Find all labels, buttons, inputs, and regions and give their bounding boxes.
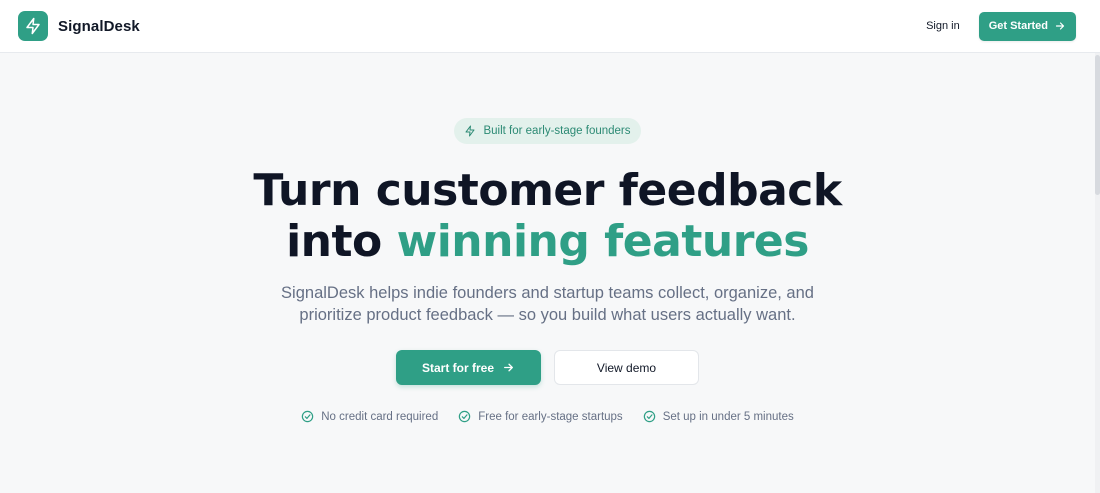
benefits-list: No credit card required Free for early-s… xyxy=(0,410,1095,423)
benefit-item: Free for early-stage startups xyxy=(458,410,623,423)
get-started-label: Get Started xyxy=(988,20,1048,32)
start-free-button[interactable]: Start for free xyxy=(396,350,541,385)
badge-label: Built for early-stage founders xyxy=(483,125,631,137)
scrollbar-thumb[interactable] xyxy=(1095,55,1100,195)
bolt-icon xyxy=(18,11,48,41)
benefit-item: Set up in under 5 minutes xyxy=(643,410,794,423)
founders-badge: Built for early-stage founders xyxy=(454,118,641,144)
brand-name: SignalDesk xyxy=(58,17,140,35)
check-circle-icon xyxy=(302,410,314,423)
get-started-button[interactable]: Get Started xyxy=(978,11,1076,41)
headline-line-2: into winning features xyxy=(0,216,1095,268)
benefit-label: No credit card required xyxy=(321,410,439,423)
headline-accent: winning features xyxy=(396,216,810,267)
benefit-item: No credit card required xyxy=(301,410,438,423)
check-circle-icon xyxy=(458,410,471,423)
benefit-label: Free for early-stage startups xyxy=(478,410,623,423)
headline-line-1: Turn customer feedback xyxy=(253,165,842,216)
view-demo-label: View demo xyxy=(596,360,657,375)
header-actions: Sign in Get Started xyxy=(926,11,1076,41)
brand[interactable]: SignalDesk xyxy=(18,11,140,41)
arrow-right-icon xyxy=(1055,22,1065,30)
check-circle-icon xyxy=(643,410,655,423)
sign-in-link[interactable]: Sign in xyxy=(926,20,960,32)
top-nav: SignalDesk Sign in Get Started xyxy=(0,0,1100,53)
benefit-label: Set up in under 5 minutes xyxy=(662,410,794,423)
subheadline-line-1: SignalDesk helps indie founders and star… xyxy=(281,284,814,302)
bolt-icon xyxy=(465,125,475,137)
headline-plain: into xyxy=(286,216,382,267)
start-free-label: Start for free xyxy=(421,360,495,375)
subheadline-line-2: prioritize product feedback — so you bui… xyxy=(299,306,796,324)
view-demo-button[interactable]: View demo xyxy=(554,350,699,385)
hero-section: Built for early-stage founders Turn cust… xyxy=(0,53,1095,493)
arrow-right-icon xyxy=(504,363,513,372)
